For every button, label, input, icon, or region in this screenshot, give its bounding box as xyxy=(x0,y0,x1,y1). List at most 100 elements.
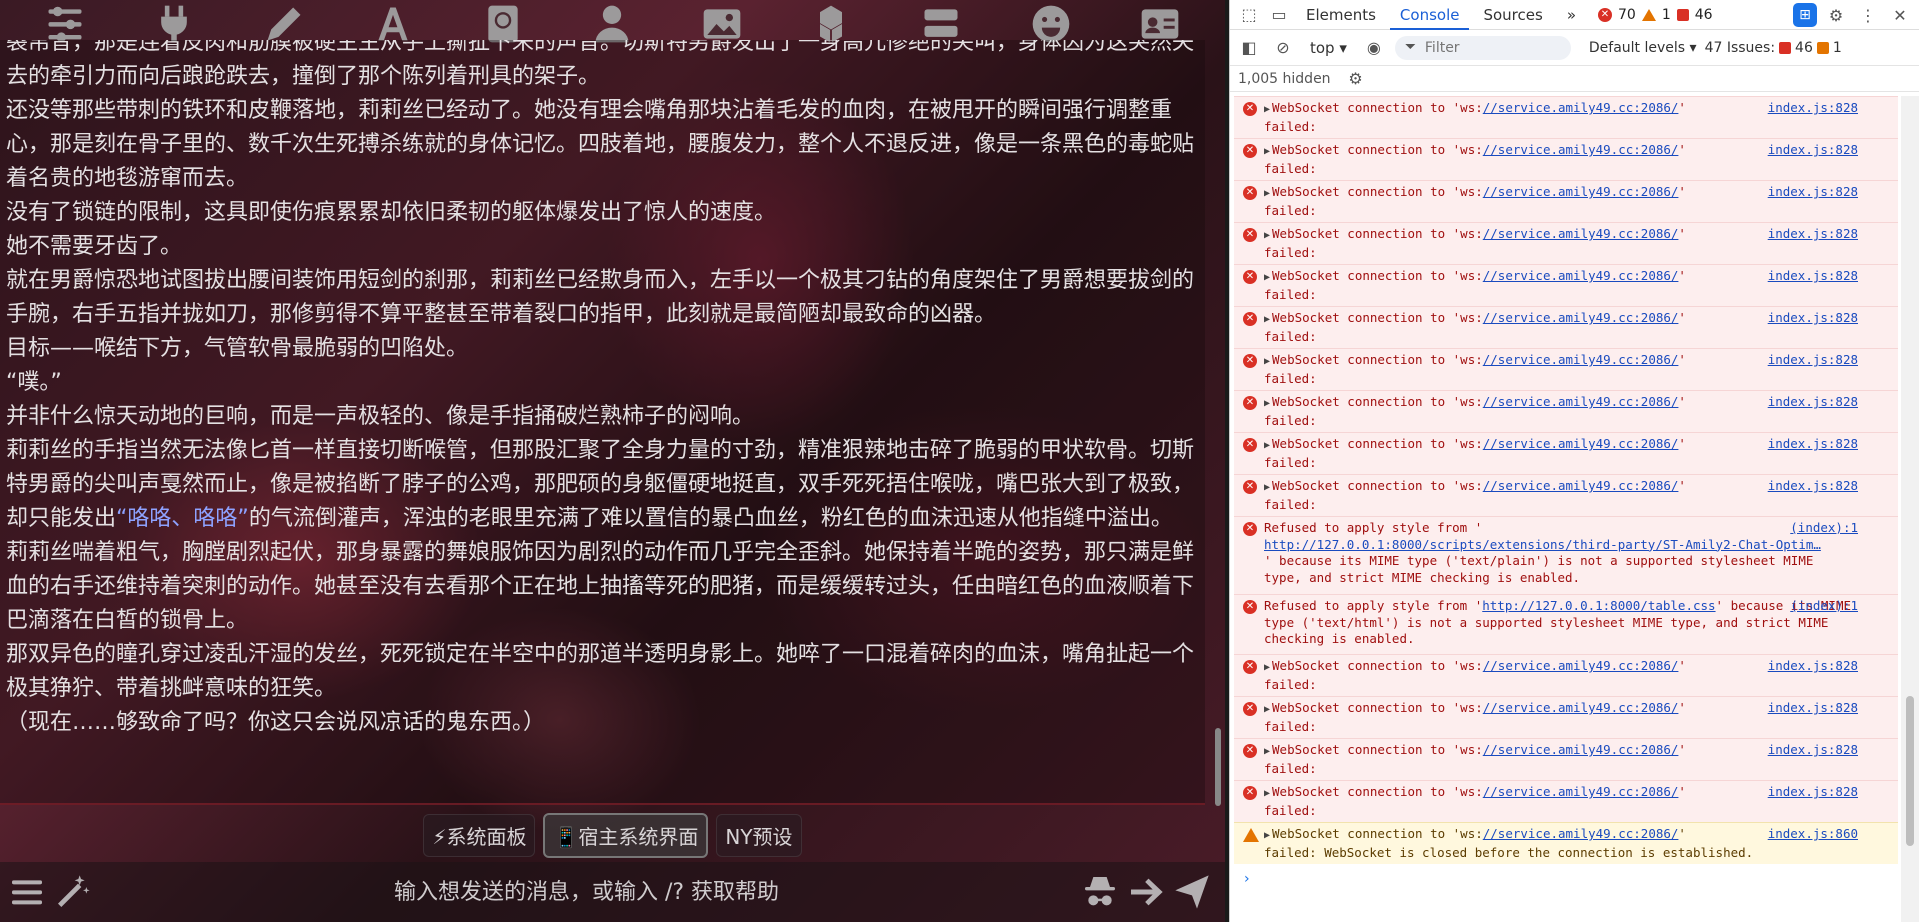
message-link[interactable]: //service.amily49.cc:2086/ xyxy=(1483,142,1679,157)
menu-icon[interactable] xyxy=(4,869,50,915)
console-error[interactable]: ✕ ▶ WebSocket connection to 'ws://service.… xyxy=(1234,180,1898,222)
tab-elements[interactable]: Elements xyxy=(1296,0,1386,30)
source-link[interactable]: index.js:828 xyxy=(1768,226,1858,243)
message-link[interactable]: //service.amily49.cc:2086/ xyxy=(1483,658,1679,673)
extension-icon[interactable]: ⊞ xyxy=(1793,3,1817,27)
expand-triangle-icon[interactable]: ▶ xyxy=(1264,788,1270,799)
console-error[interactable]: ✕ ▶ WebSocket connection to 'ws://service.… xyxy=(1234,390,1898,432)
source-link[interactable]: index.js:828 xyxy=(1768,700,1858,717)
inspect-icon[interactable]: ⬚ xyxy=(1236,2,1262,28)
ny-preset-button[interactable]: NY预设 xyxy=(716,813,802,857)
expand-triangle-icon[interactable]: ▶ xyxy=(1264,356,1270,367)
message-link[interactable]: //service.amily49.cc:2086/ xyxy=(1483,184,1679,199)
console-error[interactable]: ✕ ▶ WebSocket connection to 'ws://service.… xyxy=(1234,96,1898,138)
source-link[interactable]: index.js:828 xyxy=(1768,142,1858,159)
system-panel-button[interactable]: ⚡系统面板 xyxy=(423,813,536,857)
source-link[interactable]: index.js:860 xyxy=(1768,826,1858,843)
console-error[interactable]: ✕ ▶ WebSocket connection to 'ws://service.… xyxy=(1234,654,1898,696)
expand-triangle-icon[interactable]: ▶ xyxy=(1264,662,1270,673)
source-link[interactable]: index.js:828 xyxy=(1768,310,1858,327)
console-error[interactable]: ✕ ▶ WebSocket connection to 'ws://service.… xyxy=(1234,138,1898,180)
sidebar-toggle-icon[interactable]: ◧ xyxy=(1236,35,1262,61)
console-error[interactable]: ✕ ▶ WebSocket connection to 'ws://service.… xyxy=(1234,696,1898,738)
close-icon[interactable]: ✕ xyxy=(1887,2,1913,28)
console-error[interactable]: ✕Refused to apply style from 'http://127… xyxy=(1234,594,1898,654)
console-settings-icon[interactable]: ⚙ xyxy=(1343,66,1369,92)
eye-icon[interactable]: ◉ xyxy=(1361,35,1387,61)
magic-wand-icon[interactable] xyxy=(50,869,96,915)
message-link[interactable]: //service.amily49.cc:2086/ xyxy=(1483,784,1679,799)
console-error[interactable]: ✕Refused to apply style from 'http://127… xyxy=(1234,516,1898,594)
more-tabs-button[interactable]: » xyxy=(1557,0,1586,30)
message-link[interactable]: //service.amily49.cc:2086/ xyxy=(1483,394,1679,409)
message-link[interactable]: //service.amily49.cc:2086/ xyxy=(1483,700,1679,715)
source-link[interactable]: index.js:828 xyxy=(1768,478,1858,495)
message-counts[interactable]: ✕ 70 1 46 xyxy=(1598,7,1713,23)
source-link[interactable]: index.js:828 xyxy=(1768,436,1858,453)
message-link[interactable]: http://127.0.0.1:8000/table.css xyxy=(1482,598,1715,613)
message-link[interactable]: //service.amily49.cc:2086/ xyxy=(1483,226,1679,241)
context-selector[interactable]: top ▾ xyxy=(1304,39,1353,57)
source-link[interactable]: (index):1 xyxy=(1790,520,1858,537)
tab-sources[interactable]: Sources xyxy=(1473,0,1552,30)
expand-triangle-icon[interactable]: ▶ xyxy=(1264,440,1270,451)
message-text: ' xyxy=(1678,310,1686,325)
filter-input[interactable] xyxy=(1394,35,1571,60)
source-link[interactable]: index.js:828 xyxy=(1768,184,1858,201)
expand-triangle-icon[interactable]: ▶ xyxy=(1264,398,1270,409)
message-link[interactable]: //service.amily49.cc:2086/ xyxy=(1483,478,1679,493)
expand-triangle-icon[interactable]: ▶ xyxy=(1264,704,1270,715)
expand-triangle-icon[interactable]: ▶ xyxy=(1264,746,1270,757)
clear-console-icon[interactable]: ⊘ xyxy=(1270,35,1296,61)
log-levels-dropdown[interactable]: Default levels ▾ xyxy=(1589,40,1697,56)
console-error[interactable]: ✕ ▶ WebSocket connection to 'ws://service.… xyxy=(1234,348,1898,390)
expand-triangle-icon[interactable]: ▶ xyxy=(1264,104,1270,115)
console-error[interactable]: ✕ ▶ WebSocket connection to 'ws://service.… xyxy=(1234,738,1898,780)
expand-triangle-icon[interactable]: ▶ xyxy=(1264,188,1270,199)
source-link[interactable]: index.js:828 xyxy=(1768,352,1858,369)
expand-triangle-icon[interactable]: ▶ xyxy=(1264,830,1270,841)
source-link[interactable]: index.js:828 xyxy=(1768,268,1858,285)
console-error[interactable]: ✕ ▶ WebSocket connection to 'ws://service.… xyxy=(1234,780,1898,822)
source-link[interactable]: (index):1 xyxy=(1790,598,1858,615)
settings-gear-icon[interactable]: ⚙ xyxy=(1823,2,1849,28)
console-prompt[interactable]: › xyxy=(1230,864,1902,894)
source-link[interactable]: index.js:828 xyxy=(1768,742,1858,759)
message-link[interactable]: //service.amily49.cc:2086/ xyxy=(1483,352,1679,367)
expand-triangle-icon[interactable]: ▶ xyxy=(1264,272,1270,283)
tab-console[interactable]: Console xyxy=(1389,0,1470,30)
scrollbar-thumb[interactable] xyxy=(1215,728,1221,806)
console-error[interactable]: ✕ ▶ WebSocket connection to 'ws://service.… xyxy=(1234,432,1898,474)
incognito-icon[interactable] xyxy=(1077,869,1123,915)
message-link[interactable]: //service.amily49.cc:2086/ xyxy=(1483,742,1679,757)
console-error[interactable]: ✕ ▶ WebSocket connection to 'ws://service.… xyxy=(1234,474,1898,516)
message-link[interactable]: //service.amily49.cc:2086/ xyxy=(1483,826,1679,841)
kebab-menu-icon[interactable]: ⋮ xyxy=(1855,2,1881,28)
scrollbar-thumb[interactable] xyxy=(1906,696,1914,846)
console-error[interactable]: ✕ ▶ WebSocket connection to 'ws://service.… xyxy=(1234,306,1898,348)
message-link[interactable]: http://127.0.0.1:8000/scripts/extensions… xyxy=(1264,537,1821,552)
message-link[interactable]: //service.amily49.cc:2086/ xyxy=(1483,100,1679,115)
message-link[interactable]: //service.amily49.cc:2086/ xyxy=(1483,268,1679,283)
source-link[interactable]: index.js:828 xyxy=(1768,784,1858,801)
message-link[interactable]: //service.amily49.cc:2086/ xyxy=(1483,436,1679,451)
source-link[interactable]: index.js:828 xyxy=(1768,100,1858,117)
console-error[interactable]: ✕ ▶ WebSocket connection to 'ws://service.… xyxy=(1234,222,1898,264)
expand-triangle-icon[interactable]: ▶ xyxy=(1264,146,1270,157)
host-system-button[interactable]: 📱宿主系统界面 xyxy=(543,812,709,858)
send-icon[interactable] xyxy=(1169,869,1215,915)
expand-triangle-icon[interactable]: ▶ xyxy=(1264,482,1270,493)
message-input[interactable] xyxy=(96,870,1077,914)
chat-scrollbar[interactable] xyxy=(1213,40,1223,806)
message-link[interactable]: //service.amily49.cc:2086/ xyxy=(1483,310,1679,325)
console-scrollbar[interactable] xyxy=(1901,96,1919,922)
console-error[interactable]: ✕ ▶ WebSocket connection to 'ws://service.… xyxy=(1234,264,1898,306)
expand-triangle-icon[interactable]: ▶ xyxy=(1264,314,1270,325)
device-toggle-icon[interactable]: ▭ xyxy=(1266,2,1292,28)
continue-arrow-icon[interactable] xyxy=(1123,869,1169,915)
issues-button[interactable]: 47 Issues: 46 1 xyxy=(1705,40,1842,56)
expand-triangle-icon[interactable]: ▶ xyxy=(1264,230,1270,241)
console-warning[interactable]: ▶ WebSocket connection to 'ws://service.a… xyxy=(1234,822,1898,864)
source-link[interactable]: index.js:828 xyxy=(1768,394,1858,411)
source-link[interactable]: index.js:828 xyxy=(1768,658,1858,675)
